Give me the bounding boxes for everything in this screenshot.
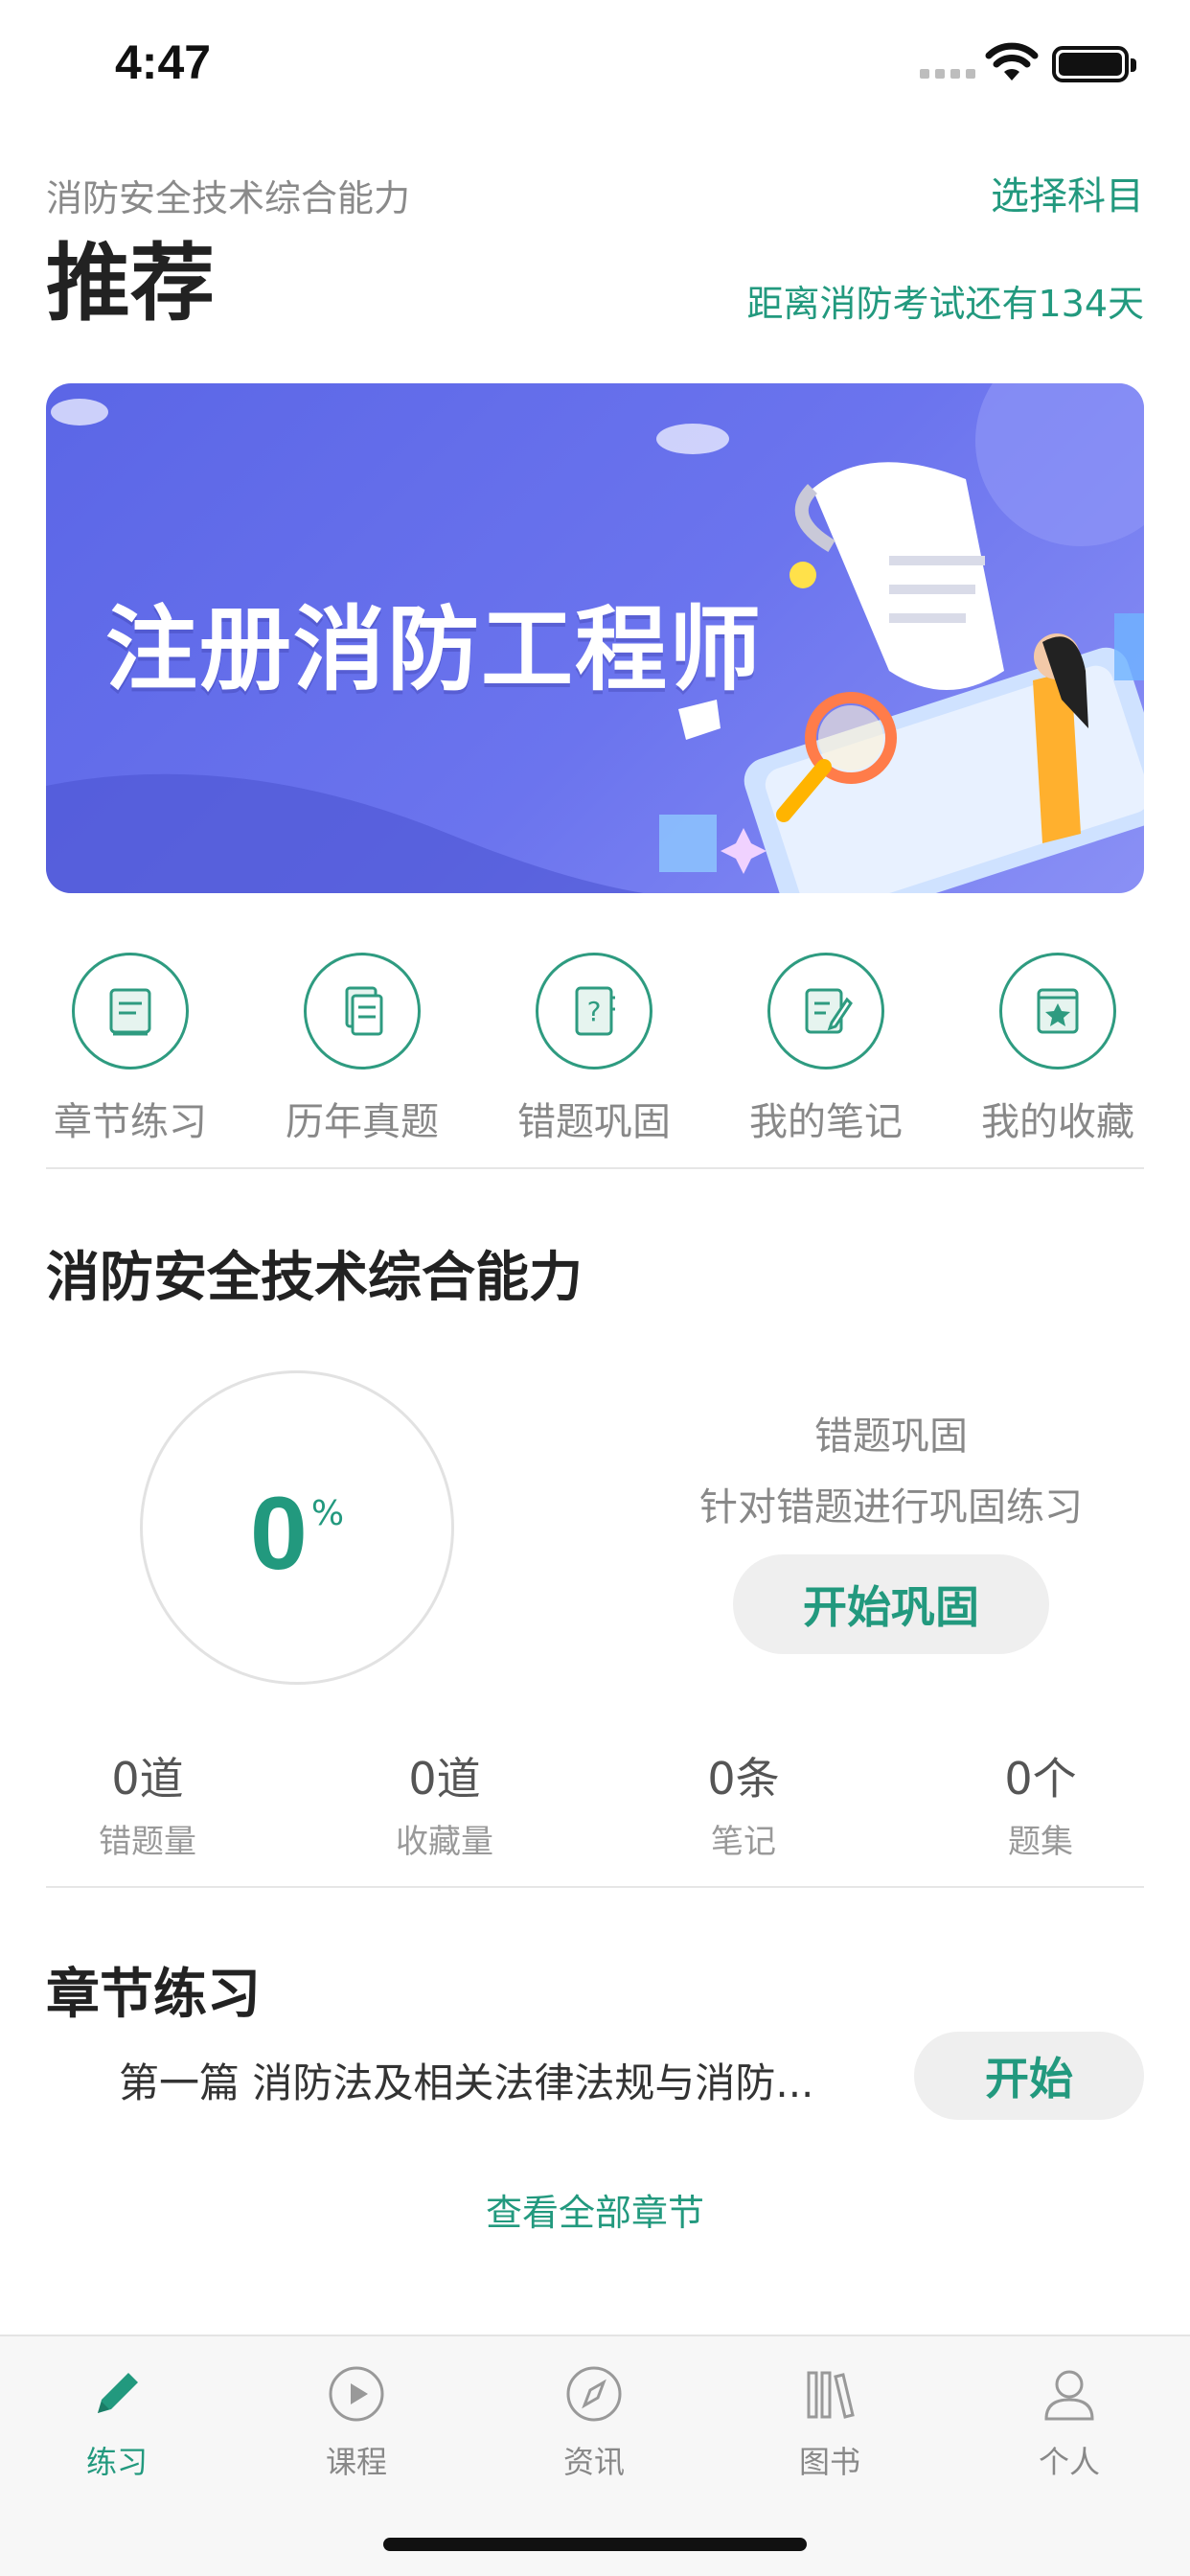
documents-icon	[304, 953, 421, 1070]
count-value: 0道	[111, 1753, 184, 1805]
page-title: 推荐	[46, 234, 216, 333]
chapter-section-title: 章节练习	[46, 1964, 261, 2026]
wifi-icon	[985, 42, 1039, 80]
quick-action-chapter-practice[interactable]: 章节练习	[34, 949, 226, 1146]
question-notebook-icon: ?	[536, 953, 652, 1070]
battery-icon	[1052, 46, 1136, 82]
tab-practice[interactable]: 练习	[31, 2359, 203, 2482]
count-label: 收藏量	[396, 1823, 493, 1861]
divider	[46, 1167, 1144, 1169]
person-icon	[1035, 2359, 1104, 2428]
tab-label: 课程	[325, 2444, 387, 2480]
progress-unit: %	[310, 1494, 345, 1533]
quick-action-my-favorites[interactable]: 我的收藏	[962, 949, 1154, 1146]
tab-label: 资讯	[562, 2444, 625, 2480]
count-favorites[interactable]: 0道 收藏量	[320, 1744, 569, 1862]
chapter-list-item[interactable]: 第一篇 消防法及相关法律法规与消防... 开始	[46, 2032, 1144, 2120]
quick-action-label: 我的收藏	[981, 1100, 1134, 1144]
tab-label: 图书	[798, 2444, 860, 2480]
tab-courses[interactable]: 课程	[270, 2359, 443, 2482]
play-circle-icon	[322, 2359, 391, 2428]
quick-action-past-exams[interactable]: 历年真题	[266, 949, 458, 1146]
svg-text:?: ?	[587, 996, 602, 1027]
current-subject-label: 消防安全技术综合能力	[46, 177, 411, 219]
wrong-question-review: 错题巩固 针对错题进行巩固练习 开始巩固	[671, 1405, 1111, 1654]
cellular-signal-icon	[920, 69, 975, 79]
tab-books[interactable]: 图书	[744, 2359, 916, 2482]
wrong-review-description: 针对错题进行巩固练习	[699, 1485, 1083, 1530]
exam-countdown: 距离消防考试还有134天	[746, 283, 1144, 325]
count-value: 0个	[1004, 1753, 1077, 1805]
chapter-start-button[interactable]: 开始	[914, 2032, 1144, 2120]
compass-icon	[560, 2359, 629, 2428]
wrong-review-title: 错题巩固	[814, 1414, 968, 1459]
count-label: 题集	[1008, 1823, 1073, 1861]
note-edit-icon	[767, 953, 884, 1070]
tab-label: 练习	[85, 2444, 148, 2480]
quick-action-wrong-questions[interactable]: ? 错题巩固	[498, 949, 690, 1146]
subject-section-title: 消防安全技术综合能力	[46, 1247, 583, 1309]
home-indicator[interactable]	[383, 2538, 807, 2551]
banner-headline: 注册消防工程师	[105, 596, 763, 703]
scroll-pen-icon	[72, 953, 189, 1070]
start-review-button[interactable]: 开始巩固	[733, 1554, 1049, 1654]
count-value: 0道	[408, 1753, 481, 1805]
tab-label: 个人	[1038, 2444, 1100, 2480]
star-book-icon	[999, 953, 1116, 1070]
tab-profile[interactable]: 个人	[983, 2359, 1156, 2482]
count-question-sets[interactable]: 0个 题集	[916, 1744, 1165, 1862]
view-all-chapters-link[interactable]: 查看全部章节	[0, 2183, 1190, 2236]
quick-actions: 章节练习 历年真题 ? 错题巩固 我的笔记 我的收藏	[0, 949, 1190, 1144]
books-icon	[795, 2359, 864, 2428]
tab-news[interactable]: 资讯	[508, 2359, 680, 2482]
count-value: 0条	[707, 1753, 780, 1805]
progress-value: 0	[249, 1475, 308, 1591]
quick-action-label: 我的笔记	[749, 1100, 903, 1144]
status-time: 4:47	[115, 35, 212, 89]
choose-subject-link[interactable]: 选择科目	[991, 165, 1144, 220]
count-wrong-questions[interactable]: 0道 错题量	[23, 1744, 272, 1862]
quick-action-label: 章节练习	[54, 1100, 207, 1144]
quick-action-my-notes[interactable]: 我的笔记	[730, 949, 922, 1146]
promo-banner[interactable]: 注册消防工程师	[46, 383, 1144, 893]
count-label: 错题量	[99, 1823, 196, 1861]
pencil-icon	[82, 2359, 151, 2428]
count-label: 笔记	[711, 1823, 776, 1861]
divider	[46, 1886, 1144, 1888]
chapter-name: 第一篇 消防法及相关法律法规与消防...	[119, 2059, 814, 2106]
quick-action-label: 错题巩固	[517, 1100, 671, 1144]
status-bar: 4:47	[0, 0, 1190, 126]
progress-ring: 0%	[140, 1370, 454, 1685]
progress-percentage: 0%	[143, 1473, 451, 1593]
count-notes[interactable]: 0条 笔记	[619, 1744, 868, 1862]
quick-action-label: 历年真题	[286, 1100, 439, 1144]
